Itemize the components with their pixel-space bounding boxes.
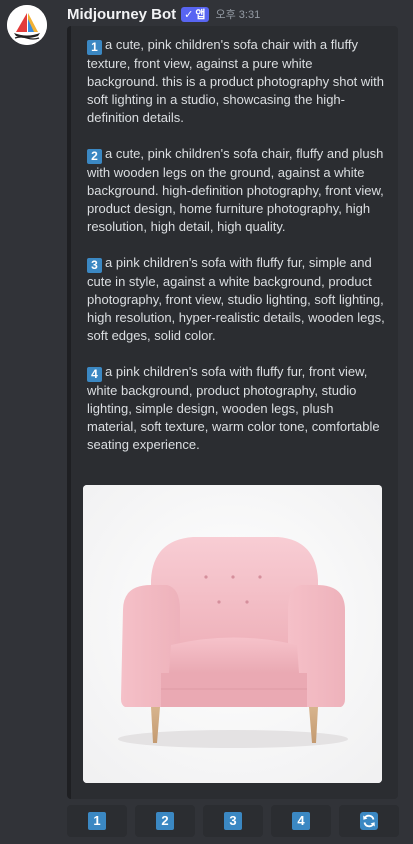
generated-image[interactable] <box>83 485 382 783</box>
prompt-text: a cute, pink children's sofa chair, fluf… <box>87 146 384 234</box>
prompt-list: 1a cute, pink children's sofa chair with… <box>87 36 385 472</box>
message-timestamp[interactable]: 오후 3:31 <box>216 6 261 22</box>
keycap-3-icon: 3 <box>87 258 102 273</box>
keycap-1-icon: 1 <box>88 812 106 830</box>
prompt-item: 2a cute, pink children's sofa chair, flu… <box>87 145 385 236</box>
prompt-item: 1a cute, pink children's sofa chair with… <box>87 36 385 127</box>
keycap-4-icon: 4 <box>87 367 102 382</box>
app-badge-label: 앱 <box>195 9 206 21</box>
keycap-2-icon: 2 <box>156 812 174 830</box>
prompt-item: 4a pink children's sofa with fluffy fur,… <box>87 363 385 454</box>
upscale-1-button[interactable]: 1 <box>67 805 127 837</box>
verified-check-icon: ✓ <box>184 8 194 21</box>
message-header: Midjourney Bot ✓ 앱 오후 3:31 <box>67 4 260 24</box>
upscale-4-button[interactable]: 4 <box>271 805 331 837</box>
message-embed: 1a cute, pink children's sofa chair with… <box>67 26 398 799</box>
bot-username[interactable]: Midjourney Bot <box>67 6 176 23</box>
pink-sofa-image <box>83 485 382 783</box>
sailboat-logo-icon <box>7 5 47 45</box>
app-badge: ✓ 앱 <box>181 6 209 22</box>
reroll-button[interactable] <box>339 805 399 837</box>
keycap-3-icon: 3 <box>224 812 242 830</box>
prompt-item: 3a pink children's sofa with fluffy fur,… <box>87 254 385 345</box>
bot-avatar[interactable] <box>7 5 47 45</box>
action-buttons: 1 2 3 4 <box>67 805 399 837</box>
prompt-text: a pink children's sofa with fluffy fur, … <box>87 255 385 343</box>
upscale-2-button[interactable]: 2 <box>135 805 195 837</box>
keycap-2-icon: 2 <box>87 149 102 164</box>
keycap-4-icon: 4 <box>292 812 310 830</box>
prompt-text: a pink children's sofa with fluffy fur, … <box>87 364 380 452</box>
refresh-icon <box>360 812 378 830</box>
keycap-1-icon: 1 <box>87 40 102 55</box>
upscale-3-button[interactable]: 3 <box>203 805 263 837</box>
prompt-text: a cute, pink children's sofa chair with … <box>87 37 385 125</box>
